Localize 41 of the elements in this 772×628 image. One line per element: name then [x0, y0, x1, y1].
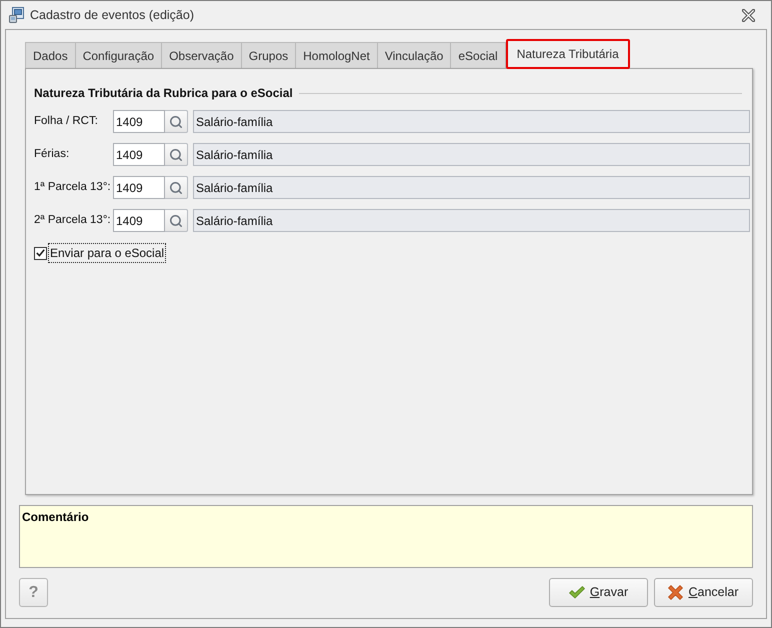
field-label: Férias: [34, 146, 70, 162]
tab[interactable]: Observação [161, 42, 242, 68]
save-button[interactable]: Gravar [549, 578, 648, 607]
close-icon[interactable] [742, 8, 755, 22]
code-field[interactable]: 1409 [113, 209, 165, 232]
search-button[interactable] [165, 176, 188, 199]
tab[interactable]: Grupos [240, 42, 296, 68]
description-field: Salário-família [193, 209, 750, 232]
field-label: 1ª Parcela 13°: [34, 180, 112, 195]
tab[interactable]: HomologNet [295, 42, 378, 68]
checkbox-label[interactable]: Enviar para o eSocial [49, 244, 166, 262]
checkbox[interactable] [34, 246, 47, 260]
field-label: Folha / RCT: [34, 114, 99, 129]
check-icon [568, 586, 585, 599]
search-icon [169, 180, 183, 194]
description-field: Salário-família [193, 176, 750, 199]
search-icon [169, 148, 183, 162]
code-field[interactable]: 1409 [113, 176, 165, 199]
tick-icon [36, 249, 45, 257]
comment-label: Comentário [22, 510, 89, 524]
code-field[interactable]: 1409 [113, 143, 165, 166]
group-title: Natureza Tributária da Rubrica para o eSocial [34, 85, 293, 102]
search-button[interactable] [165, 143, 188, 166]
code-field[interactable]: 1409 [113, 110, 165, 133]
search-button[interactable] [165, 110, 188, 133]
tab[interactable]: Configuração [74, 42, 162, 68]
description-field: Salário-família [193, 110, 750, 133]
search-icon [169, 214, 183, 228]
cancel-button[interactable]: Cancelar [654, 578, 753, 607]
search-icon [169, 114, 183, 128]
tab[interactable]: Dados [25, 42, 76, 68]
search-button[interactable] [165, 209, 188, 232]
field-label: 2ª Parcela 13°: [34, 212, 112, 228]
tab[interactable]: Natureza Tributária [506, 39, 630, 69]
x-icon [668, 585, 684, 600]
tab[interactable]: Vinculação [376, 42, 452, 68]
window-title: Cadastro de eventos (edição) [30, 6, 194, 24]
comment-field[interactable]: Comentário [19, 505, 753, 568]
description-field: Salário-família [193, 143, 750, 166]
document-monitor-icon [9, 7, 25, 23]
tab[interactable]: eSocial [450, 42, 506, 68]
